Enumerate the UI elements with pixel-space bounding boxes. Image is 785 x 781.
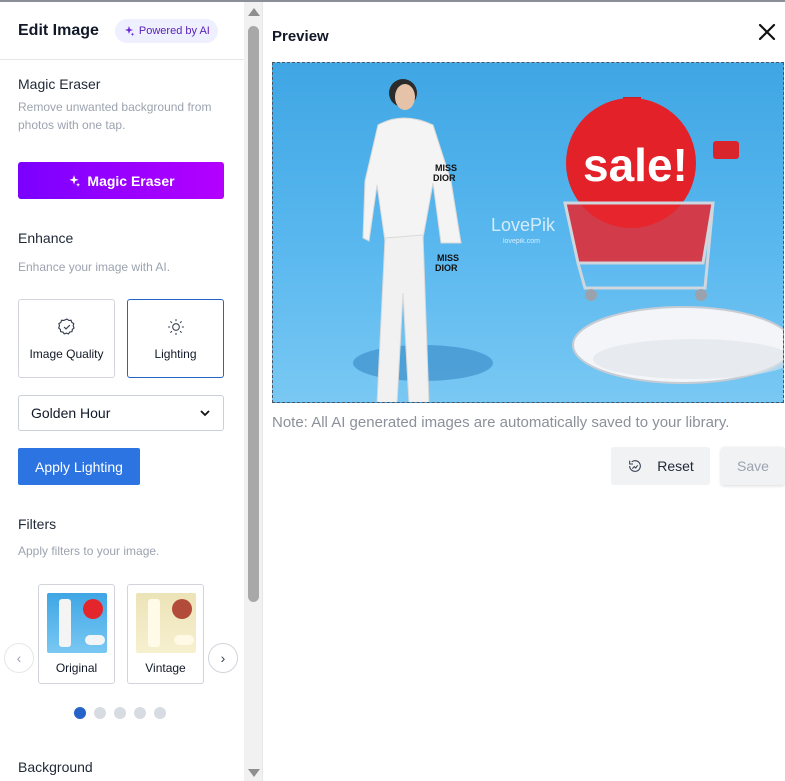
preview-title: Preview [272,28,329,45]
image-reset-icon [629,460,642,472]
filter-vintage-thumbnail [135,593,196,653]
tag-text-top: MISS [435,163,457,173]
lighting-label: Lighting [154,346,197,361]
save-button[interactable]: Save [721,447,785,485]
enhance-description: Enhance your image with AI. [18,260,171,274]
sparkle-icon [124,25,135,36]
pagination-dot[interactable] [114,707,126,719]
save-label: Save [737,458,769,474]
magic-eraser-description: Remove unwanted background from photos w… [18,100,212,132]
lighting-option[interactable]: Lighting [127,299,224,378]
enhance-options: Image Quality Lighting [18,299,224,378]
lighting-style-select[interactable]: Golden Hour [18,395,224,431]
background-section: Background [0,759,111,775]
tag-text-top2: DIOR [433,173,456,183]
image-quality-label: Image Quality [29,346,104,361]
filter-carousel: Original Vintage [38,584,204,684]
filters-next-button[interactable]: › [208,643,238,673]
filter-vintage[interactable]: Vintage [127,584,204,684]
pagination-dot[interactable] [154,707,166,719]
panel-header: Edit Image Powered by AI [0,2,244,60]
badge-check-icon [57,317,75,335]
carousel-pagination [74,707,166,719]
magic-eraser-button[interactable]: Magic Eraser [18,162,224,199]
magic-eraser-title: Magic Eraser [18,76,101,92]
autosave-note: Note: All AI generated images are automa… [272,414,730,431]
powered-by-ai-badge: Powered by AI [114,18,218,43]
panel-scrollbar[interactable] [244,2,263,781]
apply-lighting-button[interactable]: Apply Lighting [18,448,140,485]
lighting-style-value: Golden Hour [31,405,111,421]
preview-illustration: MISS DIOR MISS DIOR sale! LovePik lovepi… [353,79,783,402]
preview-panel: Preview MISS DIOR MISS DIOR sale! LovePi… [264,2,785,781]
pagination-dot[interactable] [94,707,106,719]
scrollbar-thumb[interactable] [248,26,259,602]
filters-title: Filters [18,516,57,532]
pagination-dot[interactable] [134,707,146,719]
apply-lighting-label: Apply Lighting [35,458,123,475]
edit-image-panel: Edit Image Powered by AI Magic Eraser Re… [0,2,244,781]
filter-original-thumbnail [46,593,107,653]
filter-original-label: Original [55,661,98,675]
magic-eraser-section: Magic Eraser Remove unwanted background … [0,76,244,134]
preview-image: MISS DIOR MISS DIOR sale! LovePik lovepi… [272,62,784,403]
enhance-title: Enhance [18,230,74,246]
sun-icon [167,318,184,335]
filter-original[interactable]: Original [38,584,115,684]
filters-prev-button[interactable]: ‹ [4,643,34,673]
magic-eraser-button-label: Magic Eraser [87,172,175,189]
panel-title: Edit Image [18,21,99,39]
sale-text: sale! [583,139,688,191]
chevron-left-icon: ‹ [16,650,22,666]
watermark-text: LovePik [491,215,556,235]
pagination-dot[interactable] [74,707,86,719]
close-icon[interactable] [757,22,777,42]
filter-vintage-label: Vintage [145,661,186,675]
enhance-section: Enhance Enhance your image with AI. [0,230,188,276]
chevron-right-icon: › [220,650,226,666]
scroll-up-arrow[interactable] [248,8,260,16]
sparkle-icon [69,174,81,187]
filters-section: Filters Apply filters to your image. [0,516,177,560]
reset-label: Reset [657,458,694,474]
reset-button[interactable]: Reset [611,447,710,485]
badge-label: Powered by AI [138,24,210,37]
chevron-down-icon [200,410,210,417]
tag-text-bottom2: DIOR [435,263,458,273]
tag-text-bottom: MISS [437,253,459,263]
background-title: Background [18,759,93,775]
scroll-down-arrow[interactable] [248,769,260,777]
filters-description: Apply filters to your image. [18,544,160,558]
watermark-url: lovepik.com [503,238,540,245]
image-quality-option[interactable]: Image Quality [18,299,115,378]
